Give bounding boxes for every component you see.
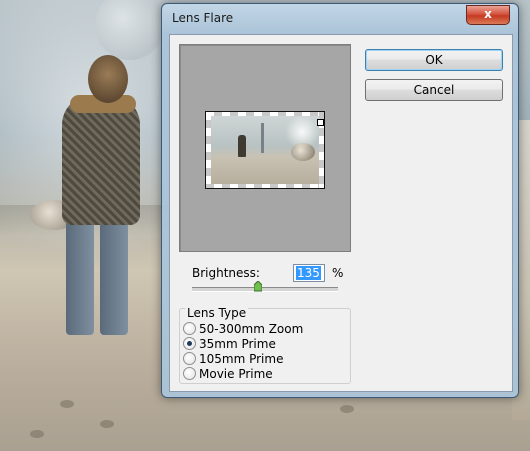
preview-thumbnail[interactable]: [205, 111, 325, 189]
person-head: [88, 55, 128, 103]
brightness-slider-track[interactable]: [192, 287, 338, 292]
person-leg-right: [100, 220, 128, 335]
footprint: [60, 400, 74, 408]
preview-tower: [261, 123, 264, 153]
radio-button[interactable]: [183, 352, 196, 365]
lens-type-option-35mm-prime[interactable]: 35mm Prime: [183, 337, 276, 352]
radio-button[interactable]: [183, 322, 196, 335]
close-icon: x: [484, 7, 492, 21]
lens-type-option-movie-prime[interactable]: Movie Prime: [183, 367, 273, 382]
lens-type-option-label: Movie Prime: [199, 367, 273, 381]
lens-type-option-50-300mm-zoom[interactable]: 50-300mm Zoom: [183, 322, 303, 337]
transparency-border: [206, 112, 211, 188]
footprint: [100, 420, 114, 428]
lens-type-option-label: 35mm Prime: [199, 337, 276, 351]
preview-flare: [285, 115, 319, 149]
flare-center-handle[interactable]: [317, 119, 324, 126]
lens-type-option-label: 50-300mm Zoom: [199, 322, 304, 336]
preview-person: [238, 135, 246, 157]
transparency-border: [206, 112, 324, 116]
lens-type-option-label: 105mm Prime: [199, 352, 284, 366]
dialog-title: Lens Flare: [172, 11, 234, 25]
cancel-button[interactable]: Cancel: [365, 79, 503, 101]
footprint: [340, 405, 354, 413]
preview-image: [211, 115, 319, 185]
brightness-label: Brightness:: [192, 266, 260, 280]
lens-flare-dialog: Lens Flare x OK Cancel Brightness: 135 %…: [161, 3, 519, 398]
close-button[interactable]: x: [466, 5, 510, 25]
percent-unit: %: [332, 266, 344, 280]
person-leg-left: [66, 220, 94, 335]
dialog-client-area: OK Cancel Brightness: 135 % Lens Type 50…: [169, 34, 513, 392]
brightness-input[interactable]: 135: [293, 264, 325, 282]
brightness-slider-thumb[interactable]: [253, 281, 262, 292]
dialog-titlebar[interactable]: Lens Flare x: [162, 4, 518, 32]
radio-button[interactable]: [183, 367, 196, 380]
preview-area[interactable]: [179, 44, 351, 252]
lens-type-title: Lens Type: [185, 306, 249, 320]
brightness-value: 135: [296, 266, 321, 280]
person-body: [62, 95, 140, 225]
transparency-border: [206, 184, 324, 188]
radio-button[interactable]: [183, 337, 196, 350]
ok-button[interactable]: OK: [365, 49, 503, 71]
lens-type-option-105mm-prime[interactable]: 105mm Prime: [183, 352, 283, 367]
footprint: [30, 430, 44, 438]
